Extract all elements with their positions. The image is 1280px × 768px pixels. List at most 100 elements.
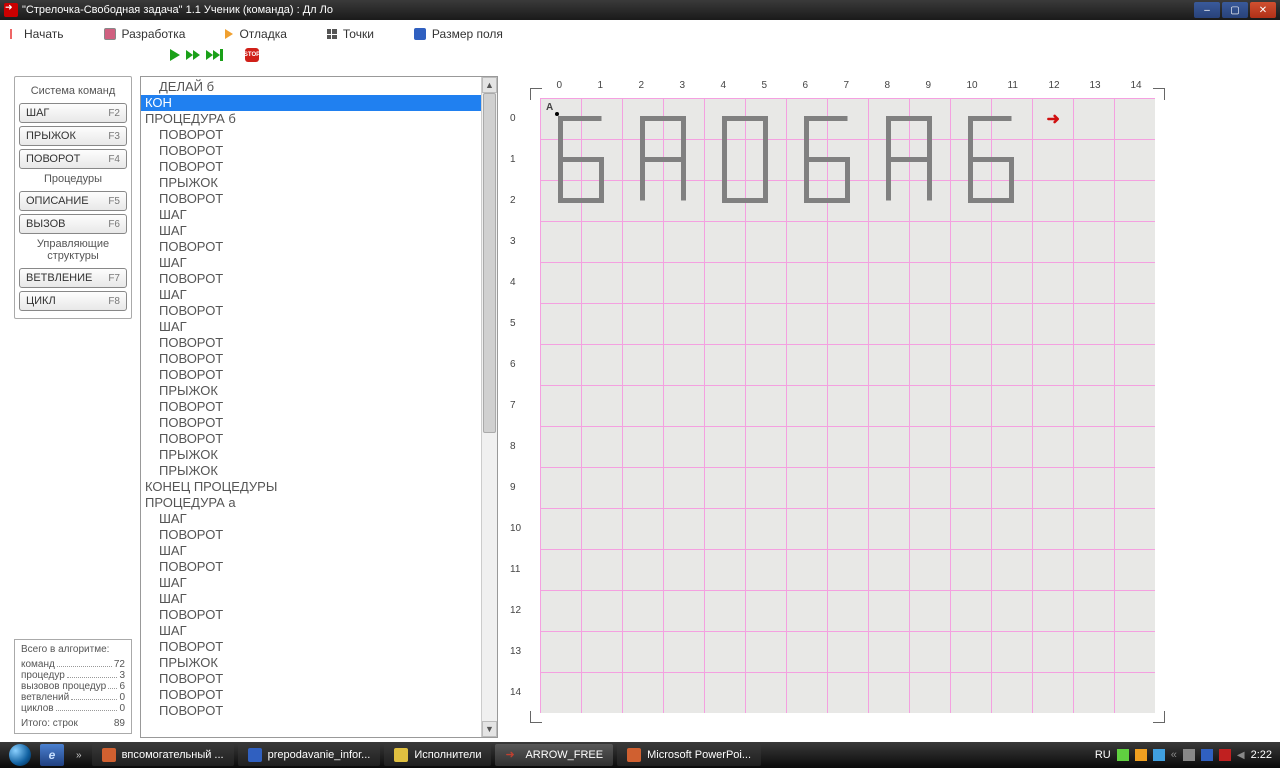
fast-play-icon[interactable] xyxy=(186,50,200,60)
cmd-button-ветвление[interactable]: ВЕТВЛЕНИЕF7 xyxy=(19,268,127,288)
panel-section-header: Управляющие структуры xyxy=(19,238,127,262)
code-line[interactable]: ПОВОРОТ xyxy=(141,191,481,207)
col-label: 11 xyxy=(1008,80,1018,91)
clock[interactable]: 2:22 xyxy=(1251,749,1272,761)
cmd-button-прыжок[interactable]: ПРЫЖОКF3 xyxy=(19,126,127,146)
code-line[interactable]: ПОВОРОТ xyxy=(141,143,481,159)
row-label: 11 xyxy=(510,564,520,575)
cmd-button-описание[interactable]: ОПИСАНИЕF5 xyxy=(19,191,127,211)
code-line[interactable]: ПРЫЖОК xyxy=(141,447,481,463)
app-arrow-icon: ➜ xyxy=(505,748,519,762)
taskbar-item[interactable]: prepodavanie_infor... xyxy=(238,744,381,766)
code-line[interactable]: ПОВОРОТ xyxy=(141,271,481,287)
col-label: 3 xyxy=(680,80,686,91)
menu-dev[interactable]: Разработка xyxy=(104,27,186,41)
quicklaunch-more[interactable]: » xyxy=(68,750,90,761)
code-line[interactable]: ДЕЛАЙ б xyxy=(141,79,481,95)
code-line[interactable]: ПРЫЖОК xyxy=(141,655,481,671)
code-line[interactable]: ПОВОРОТ xyxy=(141,431,481,447)
menu-dev-label: Разработка xyxy=(122,27,186,41)
cmd-button-цикл[interactable]: ЦИКЛF8 xyxy=(19,291,127,311)
code-line[interactable]: ПОВОРОТ xyxy=(141,303,481,319)
code-list[interactable]: ДЕЛАЙ бКОНПРОЦЕДУРА бПОВОРОТПОВОРОТПОВОР… xyxy=(141,77,481,737)
code-line[interactable]: ПРЫЖОК xyxy=(141,175,481,191)
tray-icon-1[interactable] xyxy=(1117,749,1129,761)
window-close-button[interactable]: ✕ xyxy=(1250,2,1276,18)
code-line[interactable]: ШАГ xyxy=(141,287,481,303)
code-scrollbar[interactable]: ▲ ▼ xyxy=(481,77,497,737)
menu-fieldsize[interactable]: Размер поля xyxy=(414,27,503,41)
menu-start[interactable]: Начать xyxy=(10,27,64,41)
tray-more[interactable]: « xyxy=(1171,749,1177,761)
cmd-button-шаг[interactable]: ШАГF2 xyxy=(19,103,127,123)
code-line[interactable]: ПОВОРОТ xyxy=(141,335,481,351)
row-label: 1 xyxy=(510,154,516,165)
col-label: 7 xyxy=(844,80,850,91)
tray-icon-3[interactable] xyxy=(1153,749,1165,761)
stop-icon[interactable]: STOP xyxy=(245,48,259,62)
code-line[interactable]: ПОВОРОТ xyxy=(141,687,481,703)
taskbar-item[interactable]: впсомогательный ... xyxy=(92,744,234,766)
code-line[interactable]: ПРОЦЕДУРА а xyxy=(141,495,481,511)
lang-indicator[interactable]: RU xyxy=(1095,749,1111,761)
code-line[interactable]: ПОВОРОТ xyxy=(141,671,481,687)
code-line[interactable]: ПРОЦЕДУРА б xyxy=(141,111,481,127)
grid-canvas: 0123456789101112131401234567891011121314… xyxy=(506,76,1274,738)
start-button[interactable] xyxy=(0,742,40,768)
code-line[interactable]: ПРЫЖОК xyxy=(141,383,481,399)
code-line[interactable]: ПОВОРОТ xyxy=(141,399,481,415)
tray-expand[interactable]: ◀ xyxy=(1237,750,1245,761)
code-line[interactable]: ШАГ xyxy=(141,591,481,607)
taskbar-item[interactable]: Исполнители xyxy=(384,744,491,766)
folder-icon xyxy=(394,748,408,762)
menu-points[interactable]: Точки xyxy=(327,27,374,41)
points-icon xyxy=(327,29,337,39)
run-toolbar: STOP xyxy=(0,44,1280,66)
code-line[interactable]: ПОВОРОТ xyxy=(141,159,481,175)
row-label: 13 xyxy=(510,646,521,657)
row-label: 14 xyxy=(510,687,521,698)
code-line[interactable]: ПОВОРОТ xyxy=(141,367,481,383)
cmd-button-вызов[interactable]: ВЫЗОВF6 xyxy=(19,214,127,234)
code-line[interactable]: ПОВОРОТ xyxy=(141,527,481,543)
code-line[interactable]: ПОВОРОТ xyxy=(141,639,481,655)
scroll-up-button[interactable]: ▲ xyxy=(482,77,497,93)
code-line[interactable]: ПОВОРОТ xyxy=(141,559,481,575)
menu-debug[interactable]: Отладка xyxy=(225,27,286,41)
code-line[interactable]: ШАГ xyxy=(141,223,481,239)
code-line[interactable]: ШАГ xyxy=(141,511,481,527)
row-label: 0 xyxy=(510,113,516,124)
ie-quicklaunch-icon[interactable]: e xyxy=(40,744,64,766)
code-line[interactable]: ПОВОРОТ xyxy=(141,607,481,623)
code-line[interactable]: ПРЫЖОК xyxy=(141,463,481,479)
code-line[interactable]: КОН xyxy=(141,95,481,111)
code-line[interactable]: ПОВОРОТ xyxy=(141,239,481,255)
code-line[interactable]: ШАГ xyxy=(141,319,481,335)
window-minimize-button[interactable]: – xyxy=(1194,2,1220,18)
code-line[interactable]: ПОВОРОТ xyxy=(141,703,481,719)
app-icon xyxy=(627,748,641,762)
taskbar-item[interactable]: Microsoft PowerPoi... xyxy=(617,744,761,766)
cmd-button-поворот[interactable]: ПОВОРОТF4 xyxy=(19,149,127,169)
code-line[interactable]: ШАГ xyxy=(141,207,481,223)
row-label: 8 xyxy=(510,441,516,452)
code-line[interactable]: КОНЕЦ ПРОЦЕДУРЫ xyxy=(141,479,481,495)
code-line[interactable]: ШАГ xyxy=(141,255,481,271)
taskbar-item[interactable]: ➜ ARROW_FREE xyxy=(495,744,613,766)
code-line[interactable]: ШАГ xyxy=(141,623,481,639)
tray-icon-6[interactable] xyxy=(1219,749,1231,761)
code-line[interactable]: ПОВОРОТ xyxy=(141,127,481,143)
step-play-icon[interactable] xyxy=(206,49,223,61)
scroll-thumb[interactable] xyxy=(483,93,496,433)
code-line[interactable]: ШАГ xyxy=(141,575,481,591)
tray-icon-5[interactable] xyxy=(1201,749,1213,761)
start-icon xyxy=(10,29,18,39)
tray-icon-2[interactable] xyxy=(1135,749,1147,761)
tray-icon-4[interactable] xyxy=(1183,749,1195,761)
code-line[interactable]: ПОВОРОТ xyxy=(141,415,481,431)
code-line[interactable]: ШАГ xyxy=(141,543,481,559)
code-line[interactable]: ПОВОРОТ xyxy=(141,351,481,367)
play-icon[interactable] xyxy=(170,49,180,61)
window-maximize-button[interactable]: ▢ xyxy=(1222,2,1248,18)
scroll-down-button[interactable]: ▼ xyxy=(482,721,497,737)
